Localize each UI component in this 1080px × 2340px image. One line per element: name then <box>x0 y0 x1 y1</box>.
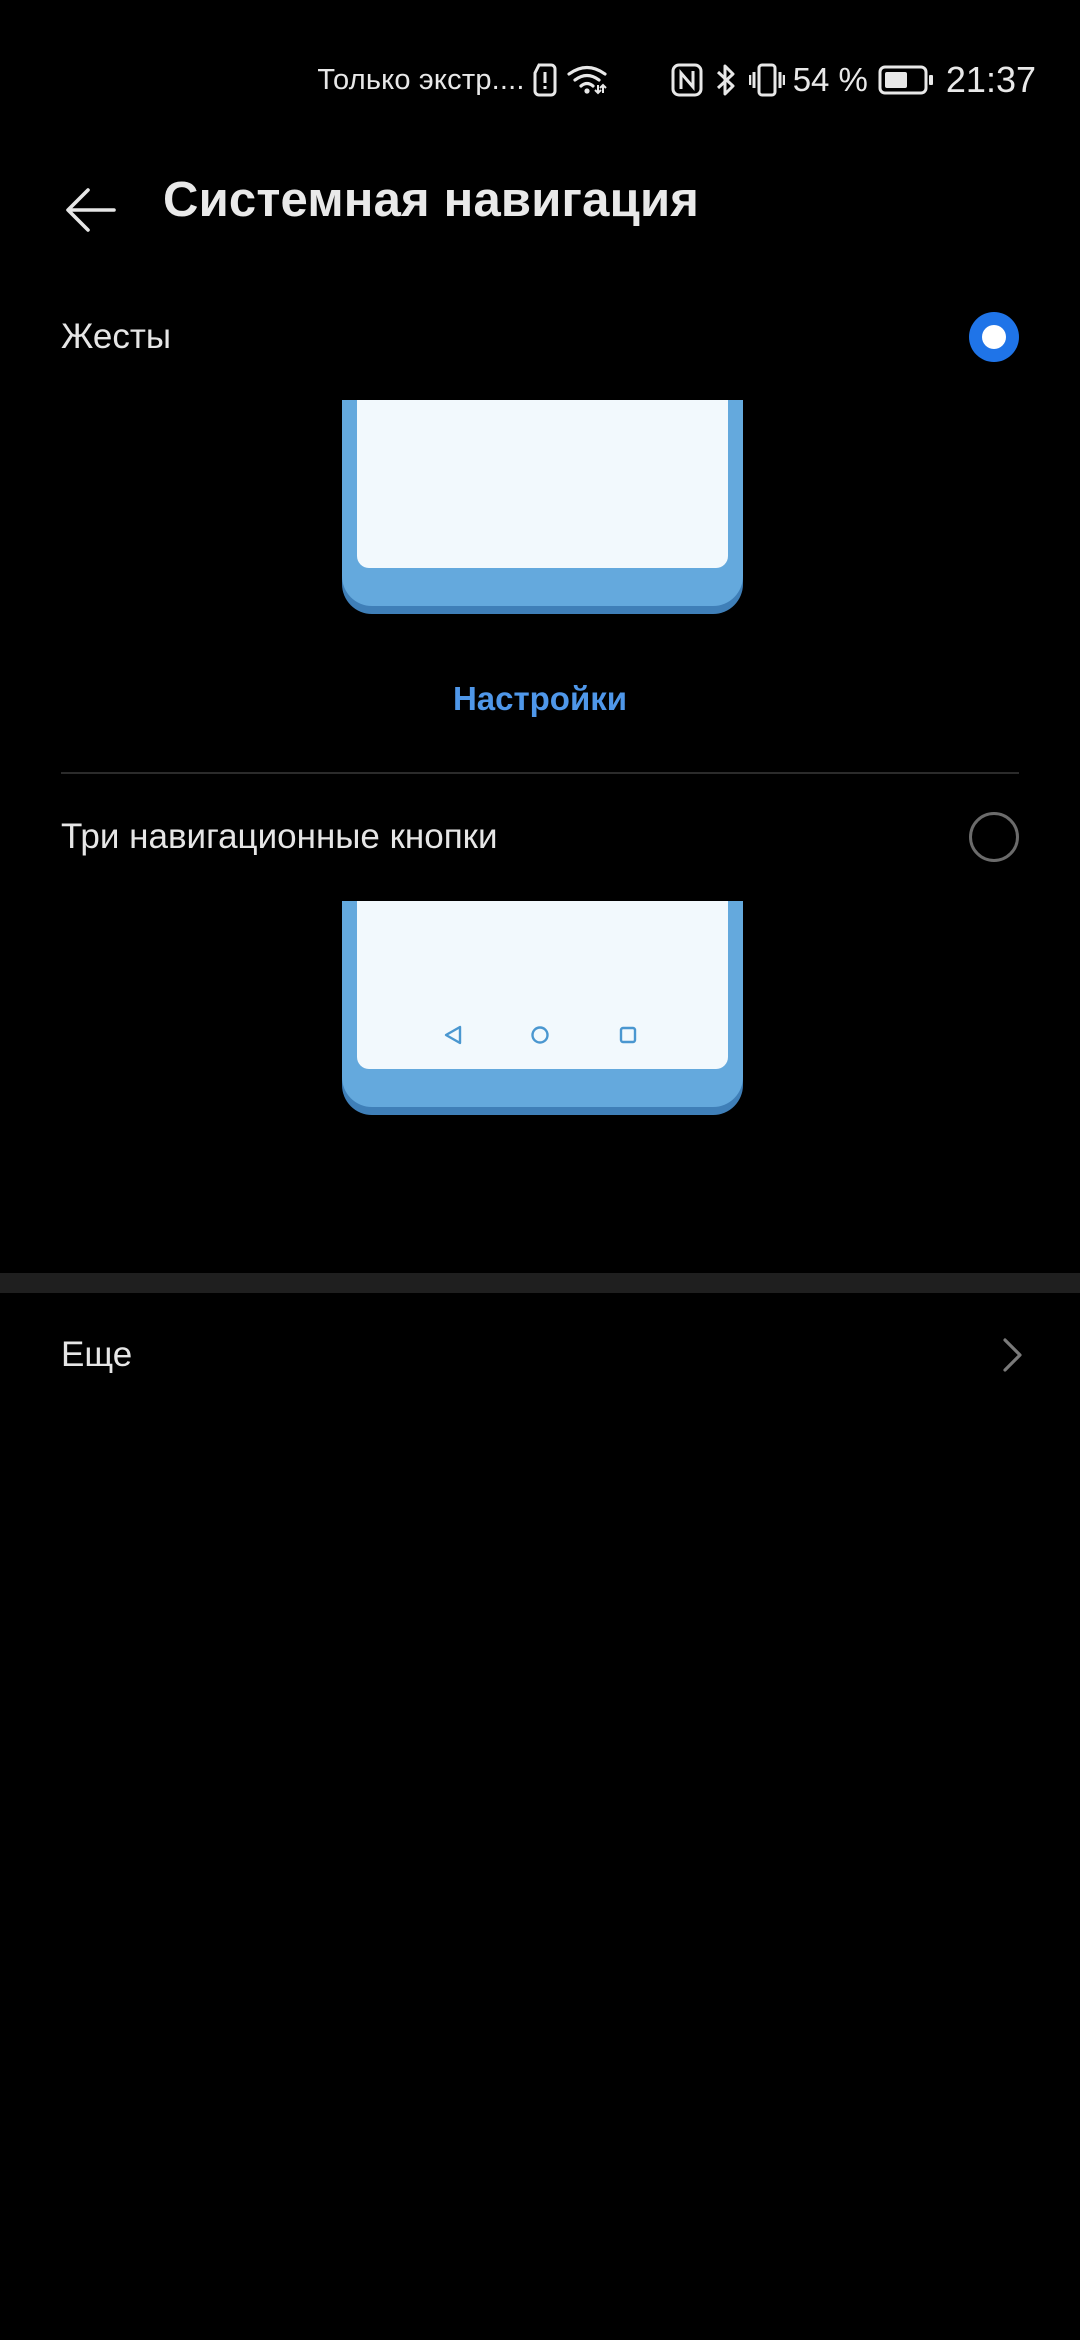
gesture-settings-link[interactable]: Настройки <box>0 680 1080 718</box>
header: Системная навигация <box>0 150 1080 260</box>
battery-percent: 54 % <box>792 61 868 98</box>
option-three-buttons-label: Три навигационные кнопки <box>61 817 498 856</box>
wifi-icon <box>567 65 607 95</box>
three-buttons-radio[interactable] <box>969 812 1019 862</box>
radio-dot <box>982 325 1006 349</box>
clock: 21:37 <box>945 59 1036 100</box>
option-gestures[interactable]: Жесты <box>0 282 1080 392</box>
option-three-buttons[interactable]: Три навигационные кнопки <box>0 782 1080 892</box>
gestures-preview-image <box>342 400 743 614</box>
more-label: Еще <box>61 1335 133 1374</box>
vibrate-icon <box>748 63 785 97</box>
arrow-left-icon <box>66 188 116 232</box>
chevron-right-icon <box>1002 1337 1024 1378</box>
section-separator <box>0 1273 1080 1293</box>
status-bar: Только экстр.... 54 % 21:37 <box>0 0 1080 150</box>
back-button[interactable] <box>50 170 130 250</box>
page-title: Системная навигация <box>163 173 700 227</box>
gestures-radio[interactable] <box>969 312 1019 362</box>
gesture-settings-link-label[interactable]: Настройки <box>453 680 627 717</box>
status-icons: Только экстр.... 54 % 21:37 <box>317 52 1036 108</box>
sim-alert-icon <box>533 63 557 97</box>
battery-icon <box>878 65 934 95</box>
option-gestures-label: Жесты <box>61 317 172 356</box>
nfc-icon <box>671 63 703 97</box>
bluetooth-icon <box>715 63 737 97</box>
three-buttons-preview-image <box>342 901 743 1115</box>
more-row[interactable]: Еще <box>0 1300 1080 1410</box>
carrier-text: Только экстр.... <box>317 63 525 96</box>
divider <box>61 772 1019 774</box>
